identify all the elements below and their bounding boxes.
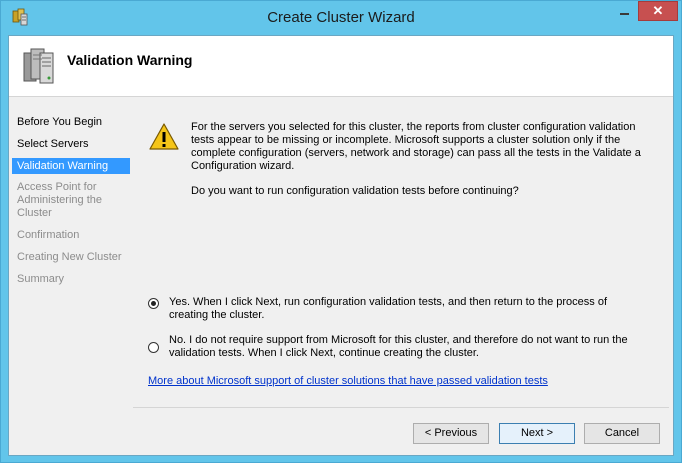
nav-item-access-point: Access Point for Administering the Clust… [17, 181, 102, 219]
server-stack-icon [21, 47, 57, 85]
nav-item-confirmation: Confirmation [17, 229, 80, 241]
wizard-steps-nav: Before You Begin Select Servers Validati… [9, 97, 133, 455]
next-button[interactable]: Next > [499, 423, 575, 444]
title-bar[interactable]: Create Cluster Wizard ✕ [1, 1, 681, 35]
minimize-button[interactable] [612, 2, 637, 20]
option-no-label[interactable]: No. I do not require support from Micros… [169, 334, 639, 360]
warning-message: For the servers you selected for this cl… [191, 121, 641, 172]
validation-question: Do you want to run configuration validat… [191, 185, 519, 197]
wizard-body: Validation Warning Before You Begin Sele… [8, 35, 674, 456]
nav-item-creating-new-cluster: Creating New Cluster [17, 251, 122, 263]
footer-divider [133, 407, 669, 408]
nav-item-summary: Summary [17, 273, 65, 285]
page-title: Validation Warning [67, 52, 193, 68]
page-header: Validation Warning [9, 36, 673, 97]
close-icon: ✕ [652, 3, 664, 18]
radio-yes[interactable] [148, 298, 159, 309]
nav-item-validation-warning[interactable]: Validation Warning [12, 158, 130, 174]
wizard-window: Create Cluster Wizard ✕ Validation Warni… [0, 0, 682, 463]
window-title: Create Cluster Wizard [267, 9, 415, 26]
content-pane: For the servers you selected for this cl… [133, 97, 669, 455]
radio-selected-dot [151, 301, 156, 306]
radio-no[interactable] [148, 342, 159, 353]
cancel-button[interactable]: Cancel [584, 423, 660, 444]
close-button[interactable]: ✕ [638, 1, 678, 21]
minimize-icon [620, 13, 629, 15]
previous-button[interactable]: < Previous [413, 423, 489, 444]
support-info-link[interactable]: More about Microsoft support of cluster … [148, 375, 548, 387]
nav-item-before-you-begin[interactable]: Before You Begin [12, 116, 130, 129]
warning-triangle-icon [148, 122, 180, 152]
option-yes-label[interactable]: Yes. When I click Next, run configuratio… [169, 296, 639, 322]
nav-item-select-servers[interactable]: Select Servers [12, 138, 130, 151]
